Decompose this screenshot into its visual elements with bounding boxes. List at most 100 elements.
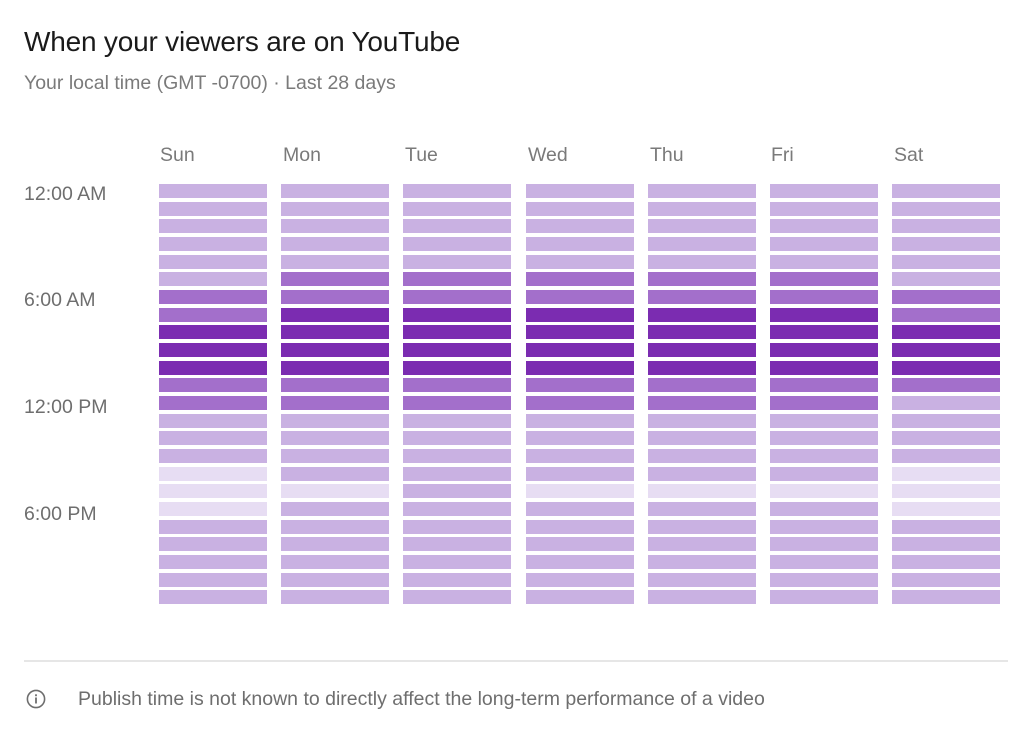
heatmap-cell-fri-12[interactable] bbox=[770, 396, 878, 410]
heatmap-cell-sun-7[interactable] bbox=[159, 308, 267, 322]
heatmap-cell-tue-10[interactable] bbox=[403, 361, 511, 375]
heatmap-cell-mon-18[interactable] bbox=[281, 502, 389, 516]
heatmap-cell-sun-2[interactable] bbox=[159, 219, 267, 233]
heatmap-cell-sun-10[interactable] bbox=[159, 361, 267, 375]
heatmap-cell-tue-16[interactable] bbox=[403, 467, 511, 481]
heatmap-cell-tue-23[interactable] bbox=[403, 590, 511, 604]
heatmap-cell-fri-1[interactable] bbox=[770, 202, 878, 216]
heatmap-cell-thu-3[interactable] bbox=[648, 237, 756, 251]
heatmap-cell-sun-20[interactable] bbox=[159, 537, 267, 551]
heatmap-cell-thu-10[interactable] bbox=[648, 361, 756, 375]
heatmap-cell-tue-0[interactable] bbox=[403, 184, 511, 198]
heatmap-cell-wed-1[interactable] bbox=[526, 202, 634, 216]
heatmap-cell-sun-9[interactable] bbox=[159, 343, 267, 357]
heatmap-cell-wed-16[interactable] bbox=[526, 467, 634, 481]
heatmap-cell-sun-11[interactable] bbox=[159, 378, 267, 392]
heatmap-cell-sat-18[interactable] bbox=[892, 502, 1000, 516]
heatmap-cell-tue-14[interactable] bbox=[403, 431, 511, 445]
heatmap-cell-sun-12[interactable] bbox=[159, 396, 267, 410]
heatmap-cell-tue-9[interactable] bbox=[403, 343, 511, 357]
heatmap-cell-sat-14[interactable] bbox=[892, 431, 1000, 445]
heatmap-cell-mon-15[interactable] bbox=[281, 449, 389, 463]
heatmap-cell-mon-14[interactable] bbox=[281, 431, 389, 445]
heatmap-cell-tue-13[interactable] bbox=[403, 414, 511, 428]
heatmap-cell-thu-22[interactable] bbox=[648, 573, 756, 587]
heatmap-cell-thu-2[interactable] bbox=[648, 219, 756, 233]
heatmap-cell-sat-8[interactable] bbox=[892, 325, 1000, 339]
heatmap-cell-sun-18[interactable] bbox=[159, 502, 267, 516]
heatmap-cell-thu-19[interactable] bbox=[648, 520, 756, 534]
heatmap-cell-wed-0[interactable] bbox=[526, 184, 634, 198]
heatmap-cell-fri-19[interactable] bbox=[770, 520, 878, 534]
heatmap-cell-sat-22[interactable] bbox=[892, 573, 1000, 587]
heatmap-cell-tue-7[interactable] bbox=[403, 308, 511, 322]
heatmap-cell-fri-14[interactable] bbox=[770, 431, 878, 445]
heatmap-cell-mon-21[interactable] bbox=[281, 555, 389, 569]
heatmap-cell-thu-11[interactable] bbox=[648, 378, 756, 392]
heatmap-cell-tue-6[interactable] bbox=[403, 290, 511, 304]
heatmap-cell-sat-0[interactable] bbox=[892, 184, 1000, 198]
heatmap-cell-tue-17[interactable] bbox=[403, 484, 511, 498]
heatmap-cell-sat-4[interactable] bbox=[892, 255, 1000, 269]
heatmap-cell-wed-15[interactable] bbox=[526, 449, 634, 463]
heatmap-cell-thu-14[interactable] bbox=[648, 431, 756, 445]
heatmap-cell-mon-0[interactable] bbox=[281, 184, 389, 198]
heatmap-cell-sun-8[interactable] bbox=[159, 325, 267, 339]
heatmap-cell-mon-1[interactable] bbox=[281, 202, 389, 216]
heatmap-cell-sat-2[interactable] bbox=[892, 219, 1000, 233]
heatmap-cell-fri-8[interactable] bbox=[770, 325, 878, 339]
heatmap-cell-fri-9[interactable] bbox=[770, 343, 878, 357]
heatmap-cell-sun-21[interactable] bbox=[159, 555, 267, 569]
heatmap-cell-thu-9[interactable] bbox=[648, 343, 756, 357]
heatmap-cell-wed-13[interactable] bbox=[526, 414, 634, 428]
heatmap-cell-tue-12[interactable] bbox=[403, 396, 511, 410]
heatmap-cell-wed-10[interactable] bbox=[526, 361, 634, 375]
heatmap-cell-fri-3[interactable] bbox=[770, 237, 878, 251]
heatmap-cell-fri-2[interactable] bbox=[770, 219, 878, 233]
heatmap-cell-mon-2[interactable] bbox=[281, 219, 389, 233]
heatmap-cell-tue-18[interactable] bbox=[403, 502, 511, 516]
heatmap-cell-sun-19[interactable] bbox=[159, 520, 267, 534]
heatmap-cell-mon-23[interactable] bbox=[281, 590, 389, 604]
heatmap-cell-mon-20[interactable] bbox=[281, 537, 389, 551]
heatmap-cell-fri-0[interactable] bbox=[770, 184, 878, 198]
heatmap-cell-sun-14[interactable] bbox=[159, 431, 267, 445]
heatmap-cell-wed-22[interactable] bbox=[526, 573, 634, 587]
heatmap-cell-sat-20[interactable] bbox=[892, 537, 1000, 551]
heatmap-cell-wed-7[interactable] bbox=[526, 308, 634, 322]
heatmap-cell-fri-23[interactable] bbox=[770, 590, 878, 604]
heatmap-cell-thu-18[interactable] bbox=[648, 502, 756, 516]
heatmap-cell-wed-14[interactable] bbox=[526, 431, 634, 445]
heatmap-cell-fri-5[interactable] bbox=[770, 272, 878, 286]
heatmap-cell-thu-7[interactable] bbox=[648, 308, 756, 322]
heatmap-cell-wed-19[interactable] bbox=[526, 520, 634, 534]
heatmap-cell-wed-2[interactable] bbox=[526, 219, 634, 233]
heatmap-cell-sat-21[interactable] bbox=[892, 555, 1000, 569]
heatmap-cell-thu-1[interactable] bbox=[648, 202, 756, 216]
heatmap-cell-sat-17[interactable] bbox=[892, 484, 1000, 498]
heatmap-cell-wed-20[interactable] bbox=[526, 537, 634, 551]
heatmap-cell-thu-5[interactable] bbox=[648, 272, 756, 286]
heatmap-cell-tue-8[interactable] bbox=[403, 325, 511, 339]
heatmap-cell-mon-9[interactable] bbox=[281, 343, 389, 357]
heatmap-cell-wed-4[interactable] bbox=[526, 255, 634, 269]
heatmap-cell-mon-16[interactable] bbox=[281, 467, 389, 481]
heatmap-cell-sat-11[interactable] bbox=[892, 378, 1000, 392]
heatmap-cell-wed-6[interactable] bbox=[526, 290, 634, 304]
heatmap-cell-tue-5[interactable] bbox=[403, 272, 511, 286]
heatmap-cell-wed-18[interactable] bbox=[526, 502, 634, 516]
heatmap-cell-mon-22[interactable] bbox=[281, 573, 389, 587]
heatmap-cell-wed-23[interactable] bbox=[526, 590, 634, 604]
heatmap-cell-mon-3[interactable] bbox=[281, 237, 389, 251]
heatmap-cell-wed-21[interactable] bbox=[526, 555, 634, 569]
heatmap-cell-sat-19[interactable] bbox=[892, 520, 1000, 534]
heatmap-cell-sat-9[interactable] bbox=[892, 343, 1000, 357]
heatmap-cell-thu-15[interactable] bbox=[648, 449, 756, 463]
heatmap-cell-sat-12[interactable] bbox=[892, 396, 1000, 410]
heatmap-cell-sun-4[interactable] bbox=[159, 255, 267, 269]
heatmap-cell-sun-16[interactable] bbox=[159, 467, 267, 481]
heatmap-cell-thu-13[interactable] bbox=[648, 414, 756, 428]
heatmap-cell-wed-3[interactable] bbox=[526, 237, 634, 251]
heatmap-cell-sat-7[interactable] bbox=[892, 308, 1000, 322]
heatmap-cell-fri-17[interactable] bbox=[770, 484, 878, 498]
